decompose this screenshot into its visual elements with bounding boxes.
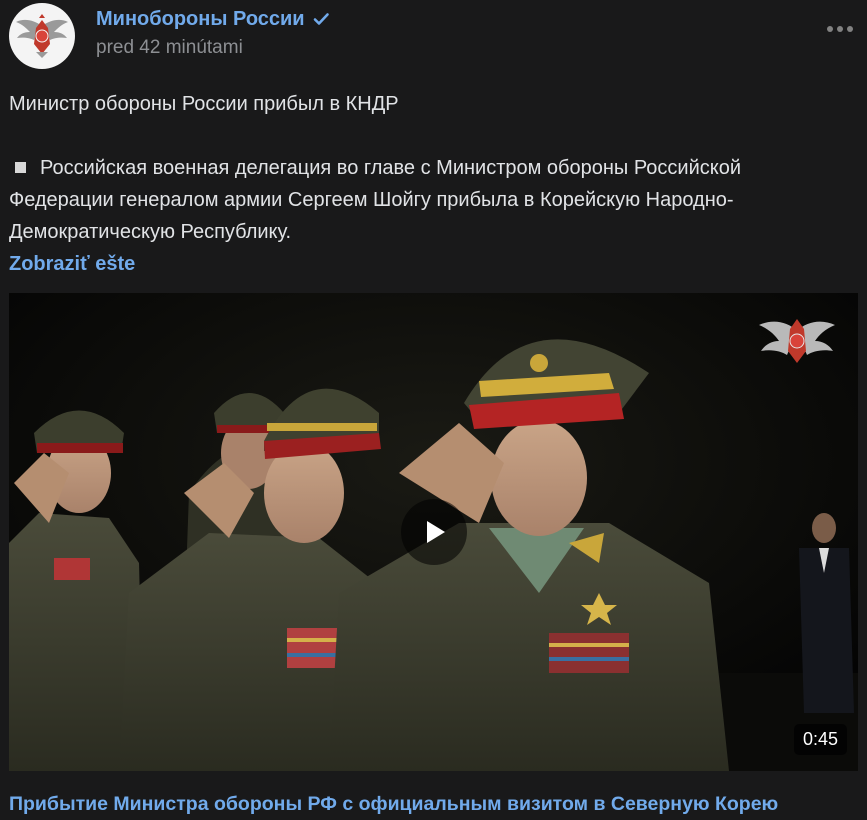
post-body: Российская военная делегация во главе с … [9,152,849,248]
play-icon [427,521,445,543]
wall-post: Минобороны России pred 42 minútami Минис… [0,0,867,820]
post-title-line: Министр обороны России прибыл в КНДР [9,93,399,115]
author-row: Минобороны России [96,8,330,31]
post-header: Минобороны России pred 42 minútami [9,3,330,69]
dot [837,26,843,32]
dot [847,26,853,32]
square-bullet-icon [15,162,26,174]
avatar[interactable] [9,3,75,69]
video-caption-link[interactable]: Прибытие Министра обороны РФ с официальн… [9,793,778,816]
play-button[interactable] [401,499,467,565]
dot [827,26,833,32]
post-time[interactable]: pred 42 minútami [96,37,330,59]
post-body-text: Российская военная делегация во главе с … [9,157,742,243]
post-text: Министр обороны России прибыл в КНДР Рос… [9,88,849,280]
header-text: Минобороны России pred 42 minútami [96,8,330,59]
author-name[interactable]: Минобороны России [96,8,305,31]
video-player[interactable]: 0:45 [9,293,858,771]
ministry-emblem-icon [16,14,68,58]
show-more-link[interactable]: Zobraziť ešte [9,253,135,275]
video-duration-badge: 0:45 [793,724,847,755]
more-dots-icon[interactable] [827,26,853,32]
verified-check-icon [312,10,330,28]
